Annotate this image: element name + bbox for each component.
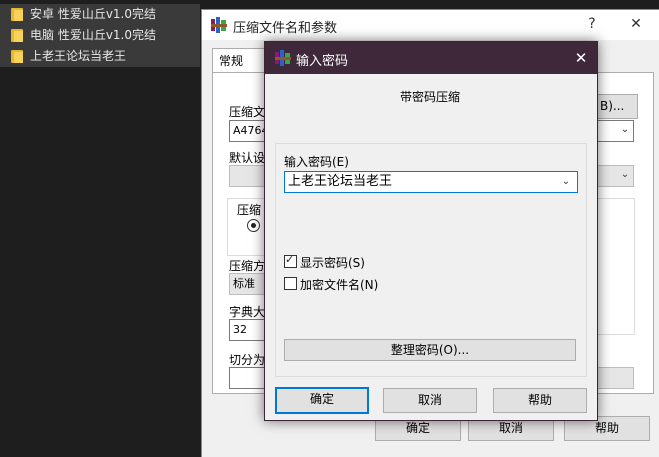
close-icon[interactable]: ✕ [571, 48, 591, 68]
browse-button[interactable]: B)... [596, 94, 638, 119]
options-group [596, 198, 635, 335]
archive-name-label: 压缩文 [229, 105, 266, 119]
file-list: 安卓 性爱山丘v1.0完结 电脑 性爱山丘v1.0完结 上老王论坛当老王 [0, 4, 200, 67]
folder-icon [11, 29, 23, 42]
ok-button[interactable]: 确定 [275, 387, 369, 414]
file-item[interactable]: 安卓 性爱山丘v1.0完结 [0, 4, 200, 25]
file-item-label: 电脑 性爱山丘v1.0完结 [30, 28, 157, 42]
dialog-title: 输入密码 [296, 54, 349, 69]
file-item-label: 上老王论坛当老王 [30, 49, 127, 63]
title-bar[interactable]: 压缩文件名和参数 ? ✕ [202, 10, 659, 40]
encrypt-filenames-checkbox[interactable] [284, 277, 297, 290]
method-label: 压缩方 [229, 259, 266, 273]
dictionary-size-label: 字典大 [229, 305, 266, 319]
enter-password-label: 输入密码(E) [284, 155, 349, 169]
show-password-checkbox[interactable]: ✓ [284, 253, 297, 268]
file-item[interactable]: 上老王论坛当老王 [0, 46, 200, 67]
close-icon[interactable]: ✕ [626, 14, 646, 34]
tab-general[interactable]: 常规 [212, 48, 268, 73]
chevron-down-icon[interactable]: ⌄ [617, 165, 633, 185]
file-item-label: 安卓 性爱山丘v1.0完结 [30, 7, 157, 21]
organize-passwords-button[interactable]: 整理密码(O)... [284, 339, 576, 361]
window-title: 压缩文件名和参数 [233, 21, 338, 36]
chevron-down-icon[interactable]: ⌄ [558, 172, 574, 192]
winrar-icon [275, 50, 291, 66]
file-item[interactable]: 电脑 性爱山丘v1.0完结 [0, 25, 200, 46]
split-volume-label: 切分为 [229, 353, 266, 367]
show-password-label: 显示密码(S) [300, 256, 365, 270]
winrar-icon [211, 17, 227, 33]
checkmark-icon: ✓ [285, 253, 295, 266]
default-profile-label: 默认设 [229, 151, 266, 165]
archive-format-label: 压缩 [237, 201, 262, 218]
help-icon[interactable]: ? [582, 14, 602, 34]
enter-password-dialog: 输入密码 ✕ 带密码压缩 输入密码(E) 上老王论坛当老王 ⌄ ✓ 显示密码(S… [264, 41, 598, 421]
title-bar[interactable]: 输入密码 ✕ [265, 42, 597, 74]
dialog-heading: 带密码压缩 [400, 90, 461, 104]
help-button[interactable]: 帮助 [493, 388, 587, 413]
password-input[interactable]: 上老王论坛当老王 [284, 171, 578, 193]
folder-icon [11, 50, 23, 63]
format-radio[interactable] [247, 219, 260, 232]
cancel-button[interactable]: 取消 [383, 388, 477, 413]
encrypt-filenames-label: 加密文件名(N) [300, 278, 379, 292]
set-password-button[interactable] [596, 367, 634, 389]
folder-icon [11, 8, 23, 21]
chevron-down-icon[interactable]: ⌄ [617, 120, 633, 140]
